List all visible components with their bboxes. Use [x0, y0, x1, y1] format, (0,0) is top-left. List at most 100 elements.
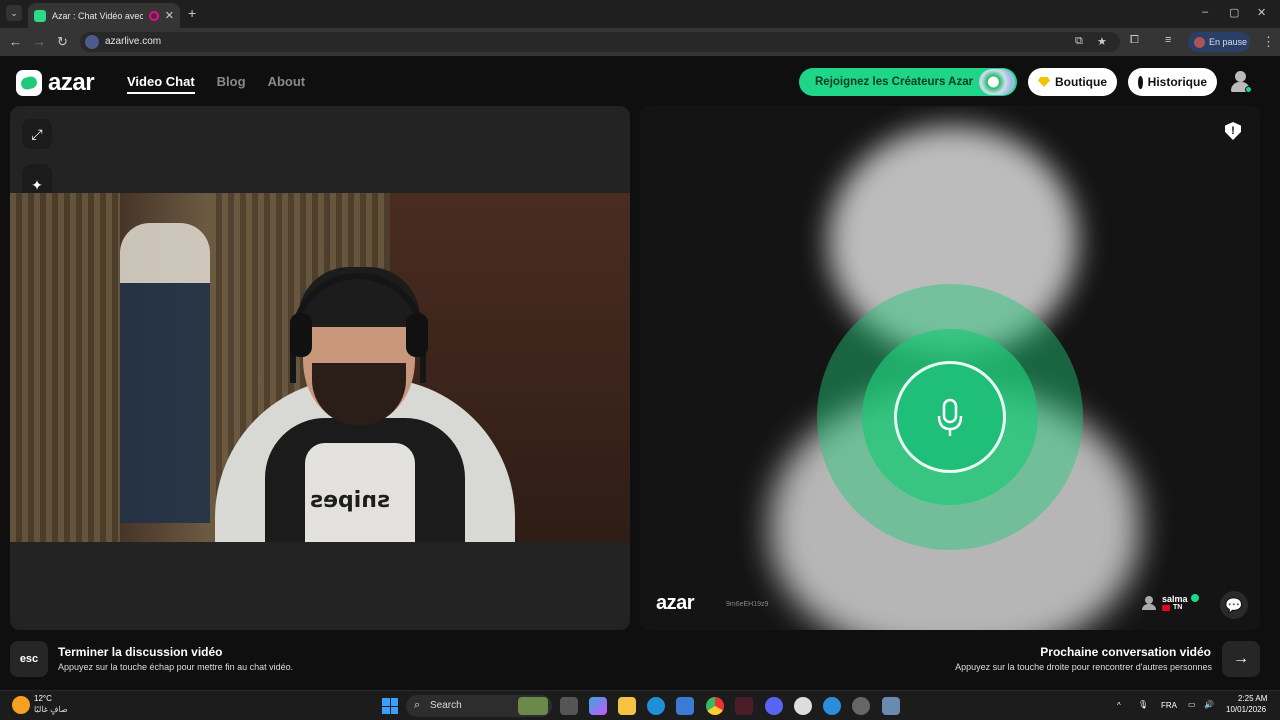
clock-time[interactable]: 2:25 AM: [1238, 694, 1267, 703]
windows-start-icon[interactable]: [382, 698, 398, 714]
peer-avatar-icon: [1142, 595, 1156, 610]
profile-status-label: En pause: [1209, 37, 1248, 47]
browser-tab-bar: ⌄ Azar : Chat Vidéo avec de n ✕ + – ▢ ✕: [0, 0, 1280, 28]
bookmark-star-icon[interactable]: ★: [1097, 35, 1107, 48]
peer-country: TN: [1173, 604, 1183, 611]
weather-description: صافٍ غالبًا: [34, 705, 68, 714]
profile-avatar: [1194, 36, 1205, 48]
azar-site: azar Video Chat Blog About Rejoignez les…: [0, 56, 1280, 690]
search-icon: ⌕: [414, 699, 421, 711]
tray-chevron-icon[interactable]: ^: [1117, 701, 1121, 710]
browser-menu-icon[interactable]: ⋮: [1262, 34, 1275, 50]
nav-about[interactable]: About: [268, 74, 306, 94]
forward-arrow-icon[interactable]: →: [33, 34, 46, 49]
azar-logo[interactable]: azar: [16, 69, 95, 97]
next-arrow-button[interactable]: →: [1222, 641, 1260, 677]
copilot-icon[interactable]: [589, 697, 607, 715]
curtain-left: [10, 193, 120, 542]
media-control-icon[interactable]: ≡: [1165, 34, 1171, 46]
peer-country-row: TN: [1162, 604, 1199, 611]
self-video-panel: ⤢ ✦ ☺ snipes: [10, 106, 630, 630]
clock-date[interactable]: 10/01/2026: [1226, 705, 1266, 714]
self-camera-feed: snipes: [10, 193, 630, 542]
search-label: Search: [430, 700, 462, 711]
microphone-icon: [937, 398, 963, 436]
recording-indicator-icon: [148, 10, 159, 21]
history-button[interactable]: Historique: [1128, 68, 1217, 96]
cast-icon[interactable]: ⧉: [1075, 35, 1083, 48]
discord-icon[interactable]: [765, 697, 783, 715]
azar-favicon-icon: [34, 9, 46, 22]
site-info-icon[interactable]: [85, 35, 99, 49]
headset-ear-left: [290, 313, 312, 357]
chat-bubble-icon[interactable]: 💬: [1220, 591, 1248, 619]
address-bar[interactable]: azarlive.com ⧉ ★: [80, 32, 1120, 52]
chrome-icon[interactable]: [706, 697, 724, 715]
tab-search-button[interactable]: ⌄: [6, 5, 22, 21]
language-indicator[interactable]: FRA: [1161, 701, 1177, 710]
shop-label: Boutique: [1055, 75, 1107, 89]
session-id: 9m6eEH19z9: [726, 601, 769, 608]
clock-app-icon[interactable]: [794, 697, 812, 715]
peer-video-panel: ! azar 9m6eEH19z9 salma TN 💬: [640, 106, 1260, 630]
azar-logo-icon: [16, 70, 42, 96]
weather-temperature: 12°C: [34, 694, 52, 703]
edge-icon[interactable]: [647, 697, 665, 715]
peer-name-row: salma: [1162, 594, 1199, 604]
profile-pause-button[interactable]: En pause: [1188, 32, 1250, 52]
minimize-button[interactable]: –: [1202, 6, 1208, 18]
history-label: Historique: [1147, 75, 1207, 89]
mic-tray-icon[interactable]: 🎙: [1138, 700, 1148, 709]
tab-title: Azar : Chat Vidéo avec de n: [52, 10, 143, 21]
task-view-icon[interactable]: [560, 697, 578, 715]
verified-badge-icon: [1190, 594, 1199, 602]
esc-key-button[interactable]: esc: [10, 641, 48, 677]
maximize-button[interactable]: ▢: [1229, 6, 1239, 19]
browser-toolbar: ← → ↻ azarlive.com ⧉ ★ ⧠ ≡ En pause ⋮: [0, 28, 1280, 56]
next-chat-title: Prochaine conversation vidéo: [1040, 645, 1211, 659]
network-icon[interactable]: ▭: [1188, 700, 1196, 709]
tunisia-flag-icon: [1162, 604, 1170, 611]
hanging-jacket: [120, 223, 210, 523]
settings-icon[interactable]: [882, 697, 900, 715]
volume-icon[interactable]: 🔊: [1204, 700, 1214, 709]
vegas-icon[interactable]: [735, 697, 753, 715]
browser-tab-active[interactable]: Azar : Chat Vidéo avec de n ✕: [28, 3, 180, 28]
new-tab-button[interactable]: +: [188, 5, 196, 21]
peer-info[interactable]: salma TN: [1142, 594, 1199, 611]
creators-decoration-icon: [979, 69, 1015, 95]
diamond-icon: [1038, 77, 1050, 87]
user-profile-icon[interactable]: [1230, 70, 1252, 94]
peer-panel-logo: azar: [656, 592, 695, 614]
end-chat-title: Terminer la discussion vidéo: [58, 645, 223, 659]
join-creators-label: Rejoignez les Créateurs Azar: [815, 76, 974, 88]
back-arrow-icon[interactable]: ←: [9, 34, 22, 49]
url-text: azarlive.com: [105, 36, 162, 47]
weather-icon[interactable]: [12, 696, 30, 714]
shirt-print-text: snipes: [310, 488, 391, 513]
tab-close-icon[interactable]: ✕: [165, 9, 174, 22]
store-icon[interactable]: [676, 697, 694, 715]
next-chat-subtitle: Appuyez sur la touche droite pour rencon…: [955, 662, 1212, 672]
reload-icon[interactable]: ↻: [57, 34, 68, 50]
join-creators-button[interactable]: Rejoignez les Créateurs Azar: [799, 68, 1017, 96]
end-chat-subtitle: Appuyez sur la touche échap pour mettre …: [58, 662, 294, 672]
nav-blog[interactable]: Blog: [217, 74, 246, 94]
browser-app-icon[interactable]: [823, 697, 841, 715]
windows-taskbar: 12°C صافٍ غالبًا ⌕ Search ^ 🎙 FRA ▭ 🔊 2:…: [0, 690, 1280, 720]
search-highlight-image: [518, 697, 548, 715]
report-shield-icon[interactable]: !: [1225, 122, 1241, 140]
expand-icon[interactable]: ⤢: [22, 119, 52, 149]
close-window-button[interactable]: ✕: [1257, 6, 1266, 19]
self-panel-footer: [10, 542, 630, 630]
obs-icon[interactable]: [852, 697, 870, 715]
clock-icon: [1138, 75, 1145, 89]
headset-ear-right: [406, 313, 428, 357]
extensions-icon[interactable]: ⧠: [1130, 34, 1139, 47]
taskbar-search[interactable]: ⌕ Search: [406, 695, 552, 717]
shop-button[interactable]: Boutique: [1028, 68, 1117, 96]
online-status-dot: [1245, 86, 1252, 93]
file-explorer-icon[interactable]: [618, 697, 636, 715]
azar-logo-text: azar: [48, 69, 95, 96]
nav-video-chat[interactable]: Video Chat: [127, 74, 195, 94]
